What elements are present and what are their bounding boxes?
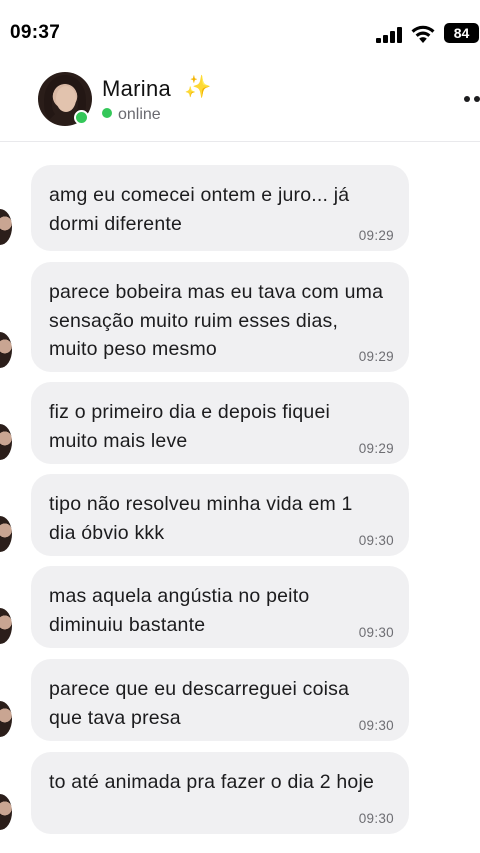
battery-icon: 84 xyxy=(444,23,479,43)
message-bubble[interactable]: mas aquela angústia no peito diminuiu ba… xyxy=(31,566,409,648)
message-time: 09:30 xyxy=(358,811,394,826)
sender-avatar xyxy=(0,701,12,737)
message-time: 09:29 xyxy=(358,441,394,456)
message-row: tipo não resolveu minha vida em 1 dia ób… xyxy=(0,474,480,556)
wifi-icon xyxy=(411,25,435,43)
message-time: 09:30 xyxy=(358,625,394,640)
message-text: parece que eu descarreguei coisa que tav… xyxy=(49,678,350,729)
cellular-signal-icon xyxy=(376,27,402,43)
status-dot-icon xyxy=(102,108,112,118)
message-bubble[interactable]: amg eu comecei ontem e juro... já dormi … xyxy=(31,165,409,251)
message-text: amg eu comecei ontem e juro... já dormi … xyxy=(49,184,350,235)
message-text: mas aquela angústia no peito diminuiu ba… xyxy=(49,585,310,636)
message-bubble[interactable]: to até animada pra fazer o dia 2 hoje 09… xyxy=(31,752,409,834)
sender-avatar xyxy=(0,332,12,368)
message-time: 09:30 xyxy=(358,718,394,733)
sender-avatar xyxy=(0,424,12,460)
message-bubble[interactable]: parece bobeira mas eu tava com uma sensa… xyxy=(31,262,409,372)
online-indicator xyxy=(74,110,89,125)
message-row: to até animada pra fazer o dia 2 hoje 09… xyxy=(0,752,480,834)
message-bubble[interactable]: tipo não resolveu minha vida em 1 dia ób… xyxy=(31,474,409,556)
status-time: 09:37 xyxy=(10,22,61,43)
message-bubble[interactable]: parece que eu descarreguei coisa que tav… xyxy=(31,659,409,741)
message-text: fiz o primeiro dia e depois fiquei muito… xyxy=(49,401,331,452)
message-row: mas aquela angústia no peito diminuiu ba… xyxy=(0,566,480,648)
message-bubble[interactable]: fiz o primeiro dia e depois fiquei muito… xyxy=(31,382,409,464)
message-text: tipo não resolveu minha vida em 1 dia ób… xyxy=(49,493,353,544)
sender-avatar xyxy=(0,209,12,245)
message-row: fiz o primeiro dia e depois fiquei muito… xyxy=(0,382,480,464)
sender-avatar xyxy=(0,608,12,644)
message-row: parece bobeira mas eu tava com uma sensa… xyxy=(0,262,480,372)
more-options-icon[interactable] xyxy=(464,96,480,104)
message-row: amg eu comecei ontem e juro... já dormi … xyxy=(0,165,480,251)
presence-label: online xyxy=(118,106,161,123)
message-time: 09:29 xyxy=(358,228,394,243)
status-bar: 09:37 84 xyxy=(0,0,480,64)
message-text: to até animada pra fazer o dia 2 hoje xyxy=(49,771,375,793)
sender-avatar xyxy=(0,794,12,830)
sender-avatar xyxy=(0,516,12,552)
message-time: 09:29 xyxy=(358,349,394,364)
sparkles-emoji: ✨ xyxy=(184,74,212,99)
chat-header: Marina ✨ online xyxy=(0,64,480,142)
presence-status: online xyxy=(102,106,161,124)
message-row: parece que eu descarreguei coisa que tav… xyxy=(0,659,480,741)
contact-name[interactable]: Marina xyxy=(102,76,171,102)
message-time: 09:30 xyxy=(358,533,394,548)
message-text: parece bobeira mas eu tava com uma sensa… xyxy=(49,281,384,360)
